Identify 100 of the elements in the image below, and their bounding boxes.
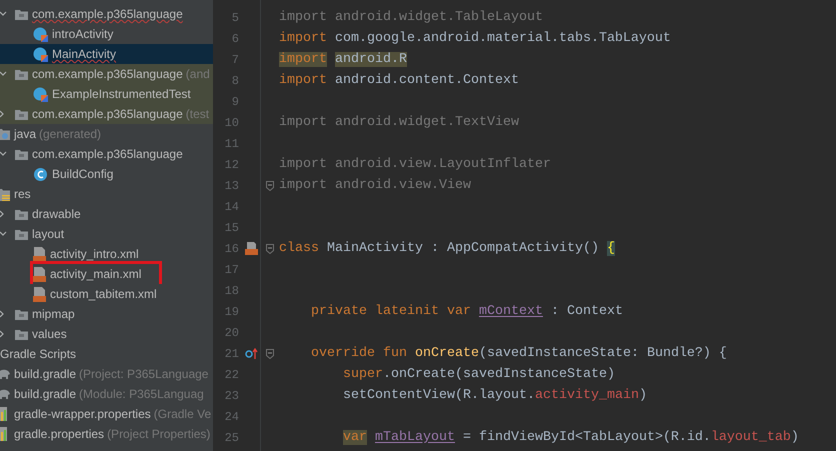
folder-icon — [0, 188, 10, 200]
fold-marker-icon[interactable] — [266, 180, 274, 190]
item-label: build.gradle — [14, 366, 76, 383]
line-number: 20 — [224, 324, 239, 342]
line-number: 15 — [224, 220, 239, 236]
class-icon — [33, 26, 48, 42]
folder-icon — [15, 108, 28, 120]
line-number: 12 — [224, 156, 239, 174]
layout-file-icon — [33, 246, 46, 262]
chevron-right-icon[interactable] — [0, 310, 5, 318]
override-icon[interactable] — [244, 348, 258, 359]
tree-item[interactable]: Gradle Scripts — [0, 345, 76, 363]
folder-icon — [15, 228, 28, 240]
item-label: java — [14, 126, 36, 143]
line-number: 9 — [230, 94, 239, 110]
item-label: activity_intro.xml — [50, 246, 139, 263]
folder-icon — [15, 308, 28, 320]
chevron-down-icon[interactable] — [0, 11, 7, 17]
code-line: private lateinit var mContext : Context — [310, 302, 623, 320]
tree-item[interactable]: gradle.properties (Project Properties) — [0, 424, 213, 444]
code-line: import android.view.View — [279, 176, 471, 194]
chevron-down-icon[interactable] — [0, 231, 7, 237]
line-number: 22 — [224, 366, 239, 384]
item-label: layout — [32, 226, 64, 243]
properties-file-icon — [0, 407, 10, 421]
tree-item[interactable]: gradle-wrapper.properties (Gradle Ve — [0, 404, 213, 424]
line-number: 6 — [230, 30, 239, 48]
item-label: mipmap — [32, 306, 75, 323]
line-number: 7 — [230, 52, 239, 68]
item-note: (Module: P365Languag — [79, 386, 204, 403]
line-number: 11 — [224, 136, 239, 152]
item-note: (test — [186, 106, 210, 123]
folder-icon — [15, 8, 28, 20]
item-label: res — [14, 186, 31, 203]
chevron-down-icon[interactable] — [0, 71, 7, 77]
folder-icon — [0, 128, 10, 140]
code-line: import android.view.LayoutInflater — [279, 156, 551, 174]
item-label: gradle.properties — [14, 426, 104, 443]
line-number: 21 — [224, 346, 239, 362]
class-icon — [33, 166, 48, 182]
elephant-icon — [0, 368, 10, 380]
line-number: 5 — [230, 10, 239, 26]
line-number: 25 — [224, 430, 239, 446]
folder-icon — [15, 328, 28, 340]
line-number: 14 — [224, 198, 239, 216]
line-number: 13 — [224, 178, 239, 194]
line-number: 23 — [224, 388, 239, 404]
chevron-down-icon[interactable] — [0, 151, 7, 157]
item-label: gradle-wrapper.properties — [14, 406, 151, 423]
code-line: import android.widget.TextView — [279, 114, 519, 132]
code-line: class MainActivity : AppCompatActivity() { — [279, 240, 615, 258]
layout-file-icon — [33, 286, 46, 302]
folder-icon — [15, 68, 28, 80]
tree-item[interactable]: ExampleInstrumentedTest — [0, 84, 213, 104]
code-line: import android.content.Context — [279, 72, 519, 90]
class-icon — [33, 86, 48, 102]
chevron-right-icon[interactable] — [0, 110, 5, 118]
item-note: (Project Properties) — [107, 426, 210, 443]
item-label: com.example.p365language — [32, 6, 183, 23]
chevron-right-icon[interactable] — [0, 330, 5, 338]
layout-file-icon[interactable] — [244, 242, 258, 255]
tree-item[interactable]: com.example.p365language (test — [0, 104, 213, 124]
layout-file-icon — [33, 266, 46, 282]
item-label: activity_main.xml — [50, 266, 142, 283]
item-note: (and — [186, 66, 210, 83]
fold-marker-icon[interactable] — [266, 244, 274, 254]
item-label: com.example.p365language — [32, 106, 183, 123]
item-label: build.gradle — [14, 386, 76, 403]
item-label: BuildConfig — [52, 166, 114, 183]
line-number: 19 — [224, 304, 239, 320]
item-label: introActivity — [52, 26, 114, 43]
line-number: 16 — [224, 240, 239, 258]
code-line: import android.R — [279, 50, 407, 68]
item-label: MainActivity — [52, 46, 116, 63]
item-label: drawable — [32, 206, 81, 223]
folder-icon — [15, 208, 28, 220]
code-line: import com.google.android.material.tabs.TabLayout — [279, 30, 671, 48]
item-note: (Project: P365Language — [79, 366, 208, 383]
code-line: import android.widget.TableLayout — [279, 8, 543, 26]
elephant-icon — [0, 388, 10, 400]
item-label: com.example.p365language — [32, 66, 183, 83]
item-note: (Gradle Ve — [154, 406, 212, 423]
tree-item[interactable]: MainActivity — [0, 44, 213, 64]
line-number: 17 — [224, 262, 239, 278]
item-note: (generated) — [39, 126, 102, 143]
item-label: com.example.p365language — [32, 146, 183, 163]
properties-file-icon — [0, 427, 10, 441]
line-number: 24 — [224, 408, 239, 426]
item-label: ExampleInstrumentedTest — [52, 86, 191, 103]
tree-item[interactable]: com.example.p365language (and — [0, 64, 213, 84]
line-number: 18 — [224, 282, 239, 300]
class-icon — [33, 46, 48, 62]
folder-icon — [15, 148, 28, 160]
fold-marker-icon[interactable] — [266, 348, 274, 358]
line-number: 10 — [224, 114, 239, 132]
code-line: var mTabLayout = findViewById<TabLayout>(R.id.layout_tab) — [342, 428, 799, 446]
code-line: setContentView(R.layout.activity_main) — [342, 386, 647, 404]
item-label: values — [32, 326, 67, 343]
chevron-right-icon[interactable] — [0, 210, 5, 218]
line-number: 8 — [230, 72, 239, 90]
